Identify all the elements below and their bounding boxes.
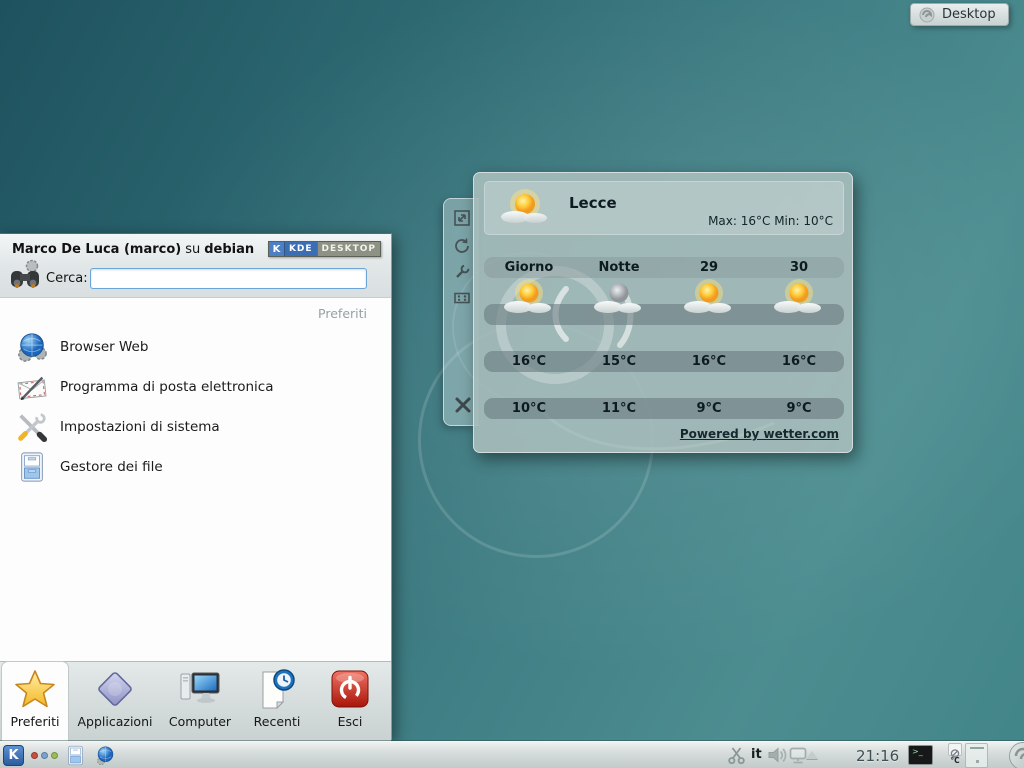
user-name: Marco De Luca (marco)	[12, 242, 181, 257]
web-browser-icon	[16, 331, 48, 363]
tab-label: Preferiti	[11, 714, 60, 729]
weather-city: Lecce	[569, 194, 617, 212]
weather-tray-icon[interactable]: °C	[946, 743, 964, 768]
weather-minmax: Max: 16°C Min: 10°C	[708, 214, 833, 228]
kde-logo-icon: K	[269, 242, 285, 256]
tab-computer[interactable]: Computer	[160, 668, 240, 740]
desktop-background: Desktop	[0, 0, 1024, 768]
search-binoculars-icon	[7, 258, 43, 296]
power-icon	[329, 668, 371, 710]
low-temp: 9°C	[754, 398, 844, 419]
weather-high-temps-row: 16°C 15°C 16°C 16°C	[484, 351, 844, 372]
applications-icon	[94, 668, 136, 710]
menu-item-email[interactable]: Programma di posta elettronica	[0, 367, 391, 407]
configure-icon[interactable]	[453, 263, 471, 281]
weather-column-label: Giorno	[484, 257, 574, 278]
menu-item-label: Impostazioni di sistema	[60, 419, 220, 435]
kickoff-search-row: Cerca:	[0, 264, 391, 297]
tray-expander-arrow-icon[interactable]	[806, 751, 818, 759]
weather-header: Lecce Max: 16°C Min: 10°C	[484, 181, 844, 235]
email-icon	[16, 371, 48, 403]
kickoff-header: Marco De Luca (marco) su debian K KDE DE…	[0, 234, 391, 264]
activity-dot-blue[interactable]	[41, 752, 48, 759]
rotate-icon[interactable]	[453, 237, 471, 255]
weather-low-temps-row: 10°C 11°C 9°C 9°C	[484, 398, 844, 419]
resize-icon[interactable]	[453, 209, 471, 227]
menu-item-file-manager[interactable]: Gestore dei file	[0, 447, 391, 487]
no-data-icon	[948, 743, 962, 756]
low-temp: 11°C	[574, 398, 664, 419]
tab-label: Esci	[338, 714, 363, 729]
panel-toolbox-cashew[interactable]	[1009, 742, 1024, 768]
high-temp: 16°C	[484, 351, 574, 372]
weather-column-label: Notte	[574, 257, 664, 278]
desktop-toolbox-button[interactable]: Desktop	[910, 3, 1009, 26]
tab-recenti[interactable]: Recenti	[237, 668, 317, 740]
high-temp: 15°C	[574, 351, 664, 372]
tab-label: Computer	[169, 714, 231, 729]
tab-label: Recenti	[254, 714, 301, 729]
pager-window-mark	[970, 747, 984, 749]
device-monitor-icon[interactable]	[789, 747, 807, 764]
kde-menu-launcher-button[interactable]: K	[3, 745, 24, 766]
host-name: debian	[204, 242, 254, 257]
menu-item-label: Programma di posta elettronica	[60, 379, 273, 395]
desktop-badge-text: DESKTOP	[317, 242, 380, 256]
desktop-toolbox-label: Desktop	[942, 7, 996, 22]
sun-cloud-icon	[496, 276, 562, 322]
kickoff-favorites-list: Preferiti Browser Web	[0, 297, 391, 661]
kickoff-menu: Marco De Luca (marco) su debian K KDE DE…	[0, 233, 392, 740]
user-host-connector: su	[185, 242, 200, 257]
menu-item-browser[interactable]: Browser Web	[0, 327, 391, 367]
cashew-icon	[919, 7, 935, 23]
volume-icon[interactable]	[767, 746, 789, 765]
keyboard-layout-indicator[interactable]: it	[751, 747, 762, 762]
menu-item-label: Gestore dei file	[60, 459, 163, 475]
search-label: Cerca:	[46, 271, 88, 286]
terminal-tray-icon[interactable]: >_	[908, 745, 933, 765]
sun-cloud-icon	[676, 276, 742, 322]
cashew-icon	[1010, 743, 1024, 768]
kde-badge-text: KDE	[285, 242, 317, 256]
shortcut-icon[interactable]	[453, 289, 471, 307]
low-temp: 9°C	[664, 398, 754, 419]
moon-cloud-icon	[586, 276, 652, 322]
kde-desktop-badge: K KDE DESKTOP	[268, 241, 381, 257]
web-browser-launcher-icon[interactable]	[95, 745, 116, 766]
pager-window-mark	[976, 760, 979, 763]
sun-cloud-icon	[766, 276, 832, 322]
weather-column-label: 30	[754, 257, 844, 278]
digital-clock[interactable]: 21:16	[856, 747, 899, 765]
favorites-section-header: Preferiti	[318, 306, 367, 321]
weather-columns-row: Giorno Notte 29 30	[484, 257, 844, 278]
clipboard-scissors-icon[interactable]	[727, 746, 746, 765]
tab-label: Applicazioni	[78, 714, 153, 729]
weather-column-label: 29	[664, 257, 754, 278]
tab-preferiti[interactable]: Preferiti	[0, 668, 75, 740]
activity-dot-green[interactable]	[51, 752, 58, 759]
system-settings-icon	[16, 411, 48, 443]
high-temp: 16°C	[754, 351, 844, 372]
recent-documents-icon	[256, 668, 298, 710]
pager-widget[interactable]	[965, 743, 988, 768]
activity-dot-red[interactable]	[31, 752, 38, 759]
tab-applicazioni[interactable]: Applicazioni	[75, 668, 155, 740]
menu-item-label: Browser Web	[60, 339, 148, 355]
high-temp: 16°C	[664, 351, 754, 372]
low-temp: 10°C	[484, 398, 574, 419]
weather-credit-link[interactable]: Powered by wetter.com	[680, 427, 839, 441]
weather-city-icon	[495, 184, 557, 234]
weather-widget: Lecce Max: 16°C Min: 10°C Giorno Notte 2…	[473, 172, 853, 453]
menu-item-system-settings[interactable]: Impostazioni di sistema	[0, 407, 391, 447]
tab-esci[interactable]: Esci	[310, 668, 390, 740]
file-manager-icon	[16, 451, 48, 483]
file-manager-launcher-icon[interactable]	[65, 745, 86, 766]
close-icon[interactable]	[453, 395, 473, 415]
star-icon	[14, 668, 56, 710]
taskbar-panel: K it 21:16	[0, 741, 1024, 768]
search-input[interactable]	[90, 268, 367, 289]
computer-icon	[179, 668, 221, 710]
kickoff-tab-bar: Preferiti Applicazioni Compute	[0, 661, 391, 741]
